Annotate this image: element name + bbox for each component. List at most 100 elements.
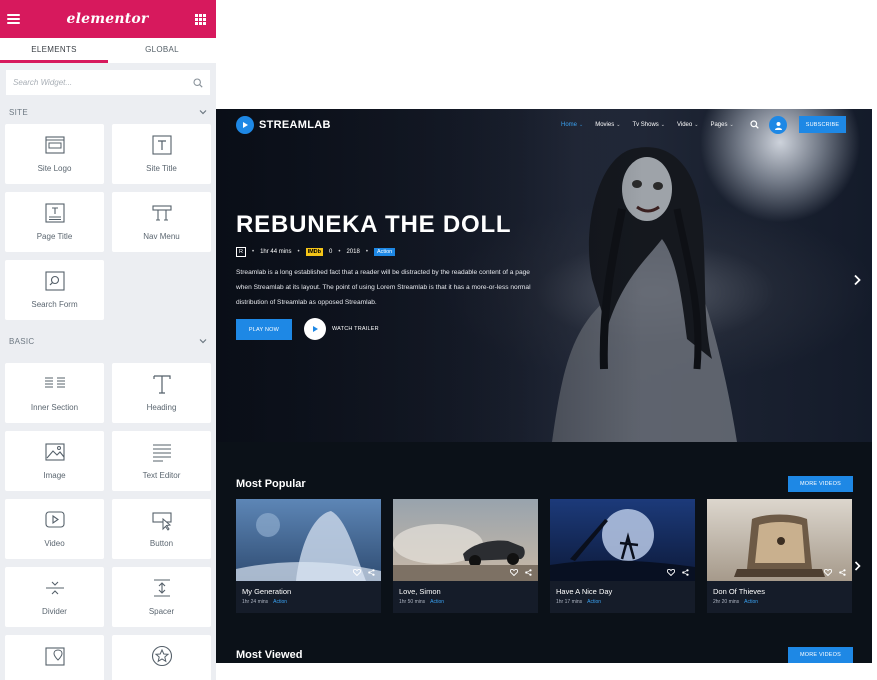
nav-label: Pages — [710, 122, 728, 128]
share-icon[interactable] — [525, 569, 532, 576]
movie-genre[interactable]: Action — [430, 599, 444, 605]
movie-thumbnail — [707, 499, 852, 581]
imdb-score: 0 — [329, 249, 333, 255]
hero-description: Streamlab is a long established fact tha… — [236, 269, 531, 306]
more-videos-button[interactable]: MORE VIDEOS — [788, 647, 853, 663]
play-circle-icon — [304, 318, 326, 340]
widget-image[interactable]: Image — [5, 431, 104, 491]
card-actions — [353, 569, 375, 576]
widget-heading[interactable]: Heading — [112, 363, 211, 423]
genre-badge[interactable]: Action — [373, 248, 396, 256]
tab-elements[interactable]: ELEMENTS — [0, 38, 108, 63]
hero-meta: R • 1hr 44 mins • IMDb 0 • 2018 • Action — [236, 247, 396, 257]
nav-item-video[interactable]: Video ⌄ — [677, 122, 698, 128]
widget-spacer[interactable]: Spacer — [112, 567, 211, 627]
movie-title: Love, Simon — [399, 587, 441, 596]
movie-card[interactable]: Have A Nice Day 1hr 17 mins Action — [550, 499, 695, 613]
card-info: Have A Nice Day 1hr 17 mins Action — [550, 581, 695, 605]
hero-year: 2018 — [346, 249, 360, 255]
widget-inner-section[interactable]: Inner Section — [5, 363, 104, 423]
chevron-down-icon — [199, 339, 207, 344]
spacer-icon — [153, 579, 170, 597]
movie-thumbnail — [236, 499, 381, 581]
nav-item-movies[interactable]: Movies ⌄ — [595, 122, 620, 128]
basic-widgets-grid: Inner Section Heading Image Text Editor … — [0, 363, 216, 680]
inner-section-icon — [44, 377, 65, 388]
widget-site-title[interactable]: Site Title — [112, 124, 211, 184]
widget-icon[interactable] — [112, 635, 211, 680]
nav-item-pages[interactable]: Pages ⌄ — [710, 122, 733, 128]
section-basic-header[interactable]: BASIC — [0, 330, 216, 352]
widget-label: Heading — [146, 403, 177, 412]
watch-trailer-button[interactable]: WATCH TRAILER — [304, 318, 379, 340]
movie-card[interactable]: My Generation 1hr 24 mins Action — [236, 499, 381, 613]
site-brand[interactable]: STREAMLAB — [236, 116, 331, 134]
share-icon[interactable] — [839, 569, 846, 576]
chevron-down-icon — [199, 110, 207, 115]
widget-button[interactable]: Button — [112, 499, 211, 559]
movie-thumbnail — [550, 499, 695, 581]
search-icon[interactable] — [750, 120, 759, 129]
movie-title: Don Of Thieves — [713, 587, 765, 596]
user-icon — [774, 121, 782, 130]
subscribe-button[interactable]: SUBSCRIBE — [799, 116, 846, 133]
heart-icon[interactable] — [667, 569, 675, 576]
widget-search-input[interactable] — [13, 78, 163, 87]
movie-duration: 1hr 50 mins — [399, 599, 426, 605]
search-form-icon — [44, 271, 65, 291]
movie-duration: 2hr 20 mins — [713, 599, 740, 605]
movie-meta: 1hr 50 mins Action — [399, 599, 532, 605]
more-videos-button[interactable]: MORE VIDEOS — [788, 476, 853, 492]
separator-dot: • — [251, 249, 255, 255]
widget-label: Video — [44, 539, 65, 548]
widget-video[interactable]: Video — [5, 499, 104, 559]
widget-divider[interactable]: Divider — [5, 567, 104, 627]
heart-icon[interactable] — [510, 569, 518, 576]
movie-genre[interactable]: Action — [587, 599, 601, 605]
chevron-down-icon: ⌄ — [660, 122, 665, 128]
card-actions — [510, 569, 532, 576]
card-info: Love, Simon 1hr 50 mins Action — [393, 581, 538, 605]
movie-card[interactable]: Love, Simon 1hr 50 mins Action — [393, 499, 538, 613]
play-now-button[interactable]: PLAY NOW — [236, 319, 292, 340]
movie-meta: 1hr 24 mins Action — [242, 599, 375, 605]
chevron-right-icon[interactable] — [853, 274, 861, 286]
heart-icon[interactable] — [824, 569, 832, 576]
hamburger-menu-icon[interactable] — [7, 14, 20, 24]
widget-text-editor[interactable]: Text Editor — [112, 431, 211, 491]
movie-genre[interactable]: Action — [273, 599, 287, 605]
widget-search-form[interactable]: Search Form — [5, 260, 104, 320]
movie-thumbnail — [393, 499, 538, 581]
user-account-button[interactable] — [769, 116, 787, 134]
widget-page-title[interactable]: Page Title — [5, 192, 104, 252]
widget-label: Spacer — [148, 607, 175, 616]
widget-label: Page Title — [36, 232, 73, 241]
search-icon[interactable] — [193, 77, 203, 88]
chevron-down-icon: ⌄ — [729, 122, 734, 128]
apps-grid-icon[interactable] — [194, 13, 206, 25]
movie-meta: 2hr 20 mins Action — [713, 599, 846, 605]
widget-google-maps[interactable] — [5, 635, 104, 680]
section-site-header[interactable]: SITE — [0, 101, 216, 123]
heart-icon[interactable] — [353, 569, 361, 576]
page-title-icon — [44, 203, 65, 223]
tab-global[interactable]: GLOBAL — [108, 38, 216, 63]
section-site-title: SITE — [9, 107, 28, 117]
divider-icon — [45, 581, 64, 595]
share-icon[interactable] — [368, 569, 375, 576]
nav-item-home[interactable]: Home ⌄ — [561, 122, 583, 128]
share-icon[interactable] — [682, 569, 689, 576]
widget-site-logo[interactable]: Site Logo — [5, 124, 104, 184]
movie-genre[interactable]: Action — [744, 599, 758, 605]
widget-label: Site Logo — [37, 164, 72, 173]
site-logo-icon — [44, 136, 65, 154]
widget-label: Inner Section — [30, 403, 79, 412]
chevron-right-icon[interactable] — [854, 561, 861, 571]
widget-nav-menu[interactable]: Nav Menu — [112, 192, 211, 252]
most-popular-title: Most Popular — [236, 478, 306, 490]
nav-item-tv-shows[interactable]: Tv Shows ⌄ — [632, 122, 665, 128]
chevron-down-icon: ⌄ — [694, 122, 699, 128]
nav-label: Movies — [595, 122, 615, 128]
most-viewed-title: Most Viewed — [236, 649, 303, 661]
movie-card[interactable]: Don Of Thieves 2hr 20 mins Action — [707, 499, 852, 613]
